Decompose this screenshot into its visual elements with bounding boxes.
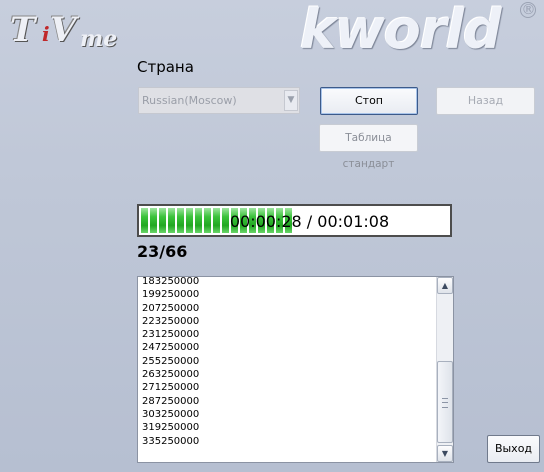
frequency-list[interactable]: 183250000 199250000 207250000 223250000 2312…	[137, 276, 454, 463]
registered-mark-icon: ®	[520, 2, 536, 18]
list-item[interactable]: 247250000	[142, 341, 199, 354]
list-item[interactable]: 271250000	[142, 381, 199, 394]
list-item[interactable]: 255250000	[142, 355, 199, 368]
scan-progress-bar: 00:00:28 / 00:01:08	[137, 204, 452, 237]
back-button[interactable]: Назад	[436, 87, 535, 115]
frequency-items: 183250000 199250000 207250000 223250000 2312…	[142, 277, 199, 448]
kworld-logo-text: kworld	[300, 0, 502, 61]
list-item[interactable]: 319250000	[142, 421, 199, 434]
list-item[interactable]: 303250000	[142, 408, 199, 421]
list-item[interactable]: 199250000	[142, 288, 199, 301]
list-item[interactable]: 223250000	[142, 315, 199, 328]
kworld-logo: kworld ®	[300, 0, 536, 61]
scrollbar-thumb[interactable]	[437, 361, 453, 443]
list-scrollbar[interactable]: ▲ ▼	[436, 277, 453, 462]
arrow-down-icon[interactable]: ▼	[437, 445, 453, 462]
list-item[interactable]: 183250000	[142, 277, 199, 288]
tvme-logo: Ti Vme	[10, 10, 118, 52]
chevron-down-icon[interactable]: ▼	[284, 90, 298, 111]
list-item[interactable]: 335250000	[142, 435, 199, 448]
list-item[interactable]: 231250000	[142, 328, 199, 341]
stop-button[interactable]: Стоп	[320, 87, 418, 115]
table-standard-button[interactable]: Таблица стандарт	[319, 124, 418, 170]
progress-time: 00:00:28 / 00:01:08	[229, 212, 390, 231]
country-select[interactable]: Russian(Moscow) ▼	[138, 87, 300, 114]
exit-button[interactable]: Выход	[487, 435, 540, 463]
list-item[interactable]: 263250000	[142, 368, 199, 381]
list-item[interactable]: 207250000	[142, 302, 199, 315]
channel-counter: 23/66	[137, 242, 188, 261]
list-item[interactable]: 287250000	[142, 395, 199, 408]
arrow-up-icon[interactable]: ▲	[437, 277, 453, 294]
country-select-value: Russian(Moscow)	[142, 94, 237, 107]
country-label: Страна	[137, 58, 194, 76]
